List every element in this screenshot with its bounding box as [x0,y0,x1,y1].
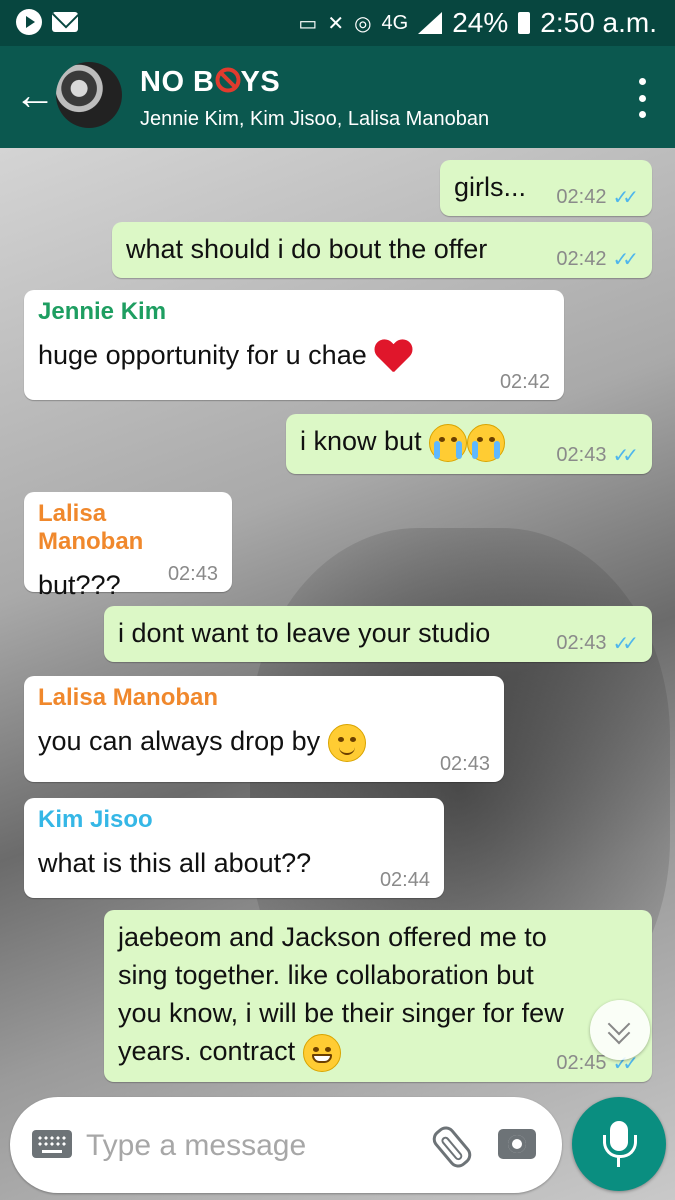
message-time: 02:44 [379,869,430,891]
play-store-icon [16,9,42,35]
message-meta: 02:43 [440,753,490,776]
battery-percent: 24% [452,7,509,38]
message-time: 02:43 [556,444,607,466]
message-line: sing together. like collaboration but [118,960,534,990]
read-receipt-icon: ✓✓ [612,249,638,271]
outgoing-message[interactable]: what should i do bout the offer 02:42 ✓✓ [112,222,652,278]
message-time: 02:43 [167,563,218,585]
read-receipt-icon: ✓✓ [612,187,638,209]
sender-name: Lalisa Manoban [38,500,144,555]
network-type: 4G [381,11,409,34]
outgoing-message[interactable]: i dont want to leave your studio 02:43 ✓… [104,606,652,662]
outgoing-message[interactable]: jaebeom and Jackson offered me to sing t… [104,910,652,1082]
message-text: what is this all about?? [38,848,312,878]
read-receipt-icon: ✓✓ [612,445,638,467]
group-title[interactable]: NO B YS [140,66,280,99]
incoming-message[interactable]: Kim Jisoo what is this all about?? 02:44 [24,798,444,898]
message-time: 02:42 [556,248,607,270]
signal-icon [418,12,443,34]
chat-wallpaper[interactable]: girls... 02:42 ✓✓ what should i do bout … [0,148,675,1200]
message-text: i know but [300,426,422,456]
group-title-prefix: NO B [140,66,215,98]
message-meta: 02:42 ✓✓ [556,247,638,272]
message-meta: 02:43 ✓✓ [556,443,638,468]
message-line: you know, i will be their singer for few [118,998,564,1028]
keyboard-icon[interactable] [32,1130,72,1158]
chat-header: ← NO B YS Jennie Kim, Kim Jisoo, Lalisa M… [0,46,675,148]
message-body: you can always drop by [38,722,490,762]
menu-dot [639,78,646,85]
message-time: 02:42 [499,371,550,393]
alarm-icon: ◎ [354,12,372,35]
message-meta: 02:44 [380,869,430,892]
clock: 2:50 a.m. [540,7,657,38]
message-meta: 02:43 [168,563,218,586]
incoming-message[interactable]: Lalisa Manoban you can always drop by 02… [24,676,504,782]
group-members[interactable]: Jennie Kim, Kim Jisoo, Lalisa Manoban [140,108,489,131]
read-receipt-icon: ✓✓ [612,633,638,655]
paperclip-icon[interactable] [428,1122,476,1172]
menu-dot [639,94,646,102]
message-line: jaebeom and Jackson offered me to [118,922,547,952]
message-time: 02:45 [556,1052,607,1074]
message-meta: 02:42 [500,371,550,394]
sender-name: Lalisa Manoban [38,684,219,711]
message-input[interactable] [84,1121,418,1171]
outgoing-message[interactable]: girls... 02:42 ✓✓ [440,160,652,216]
no-entry-icon [215,67,240,93]
message-time: 02:43 [556,632,607,654]
message-meta: 02:42 ✓✓ [556,185,638,210]
grinning-face-icon [302,1033,341,1072]
message-line: years. contract [118,1036,296,1066]
scroll-to-bottom-button[interactable] [590,1000,650,1060]
status-bar-notifications [16,9,78,35]
sender-name: Kim Jisoo [38,806,153,833]
message-time: 02:42 [556,186,607,208]
message-composer [10,1097,562,1193]
back-arrow-icon[interactable]: ← [14,70,56,120]
group-title-suffix: YS [240,66,281,98]
message-body: huge opportunity for u chae [38,336,550,374]
loudly-crying-face-icon [467,423,506,462]
battery-icon [518,12,531,34]
incoming-message[interactable]: Lalisa Manoban but??? 02:43 [24,492,232,600]
incoming-message[interactable]: Jennie Kim huge opportunity for u chae 0… [24,290,564,400]
overflow-menu-icon[interactable] [639,78,649,118]
outgoing-message[interactable]: i know but 02:43 ✓✓ [286,414,652,474]
relieved-face-icon [327,723,366,762]
microphone-icon [603,1121,637,1167]
message-time: 02:43 [439,753,490,775]
status-bar-indicators: ▭ ✕ ◎ 4G 24% 2:50 a.m. [298,7,657,39]
menu-dot [639,111,646,118]
red-heart-icon [374,340,412,374]
message-meta: 02:43 ✓✓ [556,631,638,656]
mute-icon: ✕ [327,12,345,35]
voice-message-button[interactable] [572,1097,666,1191]
group-avatar[interactable] [56,62,122,128]
mail-icon [52,12,78,32]
sender-name: Jennie Kim [38,298,167,325]
camera-icon[interactable] [498,1129,536,1159]
cast-icon: ▭ [298,12,318,35]
message-text: you can always drop by [38,726,321,756]
status-bar: ▭ ✕ ◎ 4G 24% 2:50 a.m. [0,0,675,46]
message-text: huge opportunity for u chae [38,340,367,370]
loudly-crying-face-icon [429,423,468,462]
